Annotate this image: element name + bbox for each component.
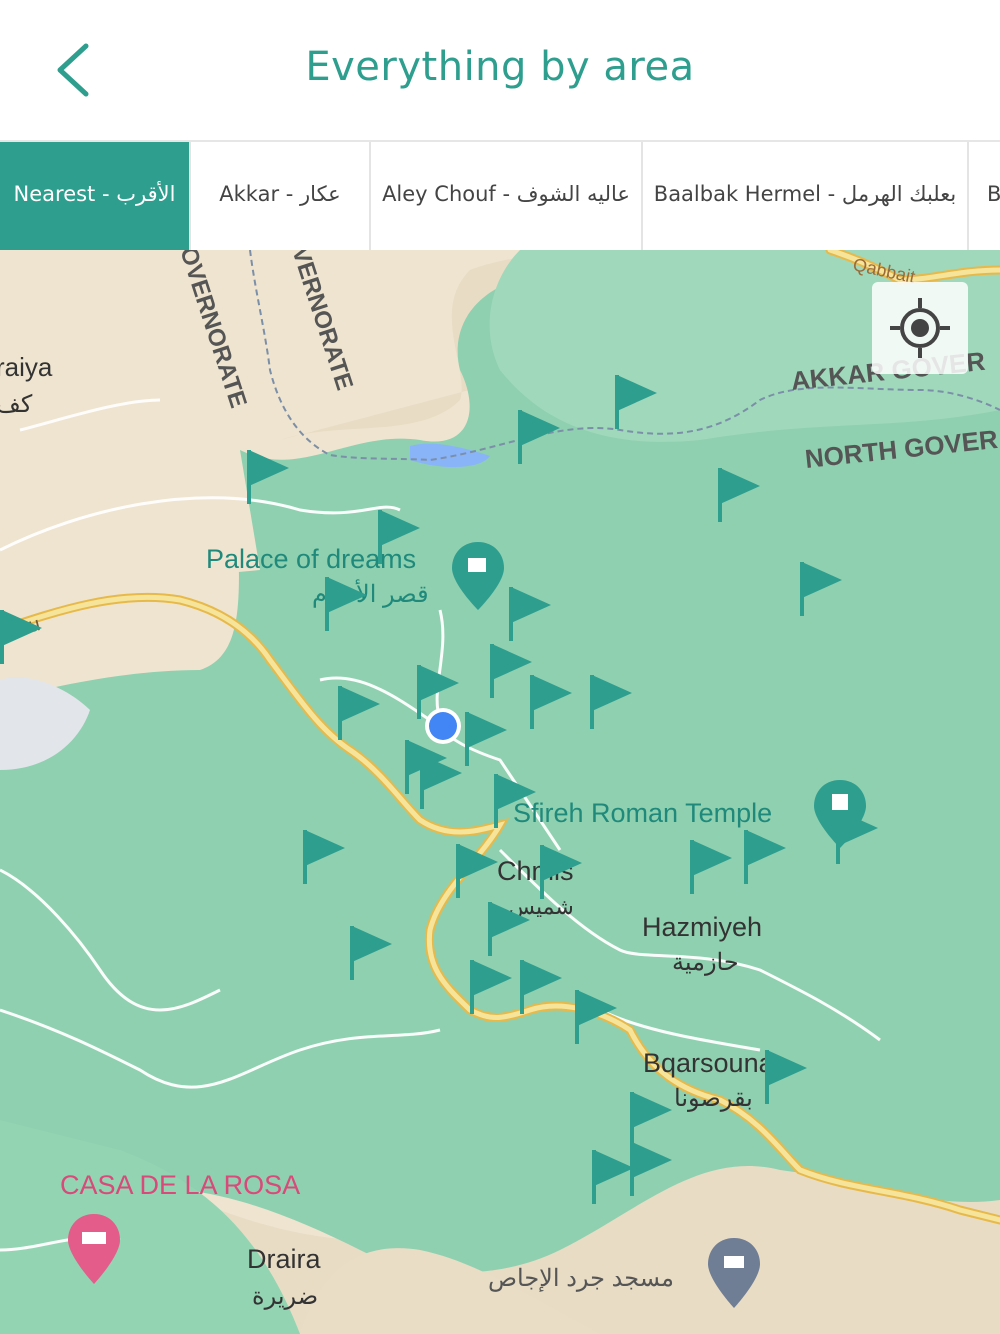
poi-palace-label: Palace of dreams [206, 544, 416, 574]
tab-aley-chouf[interactable]: Aley Chouf - عاليه الشوف [371, 142, 643, 250]
page-title: Everything by area [305, 44, 695, 90]
map-label-draira: Draira [247, 1244, 321, 1274]
tab-next-partial[interactable]: B [969, 142, 1000, 250]
crosshair-icon [890, 298, 950, 358]
map-label-hazmiyeh-ar: حازمية [672, 949, 739, 976]
my-location-button[interactable] [872, 282, 968, 374]
poi-mosque-label: مسجد جرد الإجاص [488, 1265, 674, 1292]
map-label-draira-ar: ضريرة [252, 1283, 318, 1310]
map-label-hazmiyeh: Hazmiyeh [642, 912, 762, 942]
app-header: Everything by area [0, 0, 1000, 142]
map-canvas[interactable]: raiya كف OVERNORATE VERNORATE AKKAR GOVE… [0, 250, 1000, 1334]
poi-casa-label: CASA DE LA ROSA [60, 1170, 300, 1200]
map-label-raiya: raiya [0, 352, 53, 382]
area-tabs: Nearest - الأقرب Akkar - عكار Aley Chouf… [0, 142, 1000, 250]
map-label-raiya-ar: كف [0, 391, 33, 418]
tab-nearest[interactable]: Nearest - الأقرب [0, 142, 191, 250]
tab-baalbak-hermel[interactable]: Baalbak Hermel - بعلبك الهرمل [643, 142, 969, 250]
tab-akkar[interactable]: Akkar - عكار [191, 142, 371, 250]
map-label-bqarsouna: Bqarsouna [643, 1048, 775, 1078]
map-view[interactable]: raiya كف OVERNORATE VERNORATE AKKAR GOVE… [0, 250, 1000, 1334]
poi-sfireh-label: Sfireh Roman Temple [513, 798, 772, 828]
user-location-dot [429, 712, 457, 740]
map-label-bqarsouna-ar: بقرصونا [674, 1085, 753, 1112]
